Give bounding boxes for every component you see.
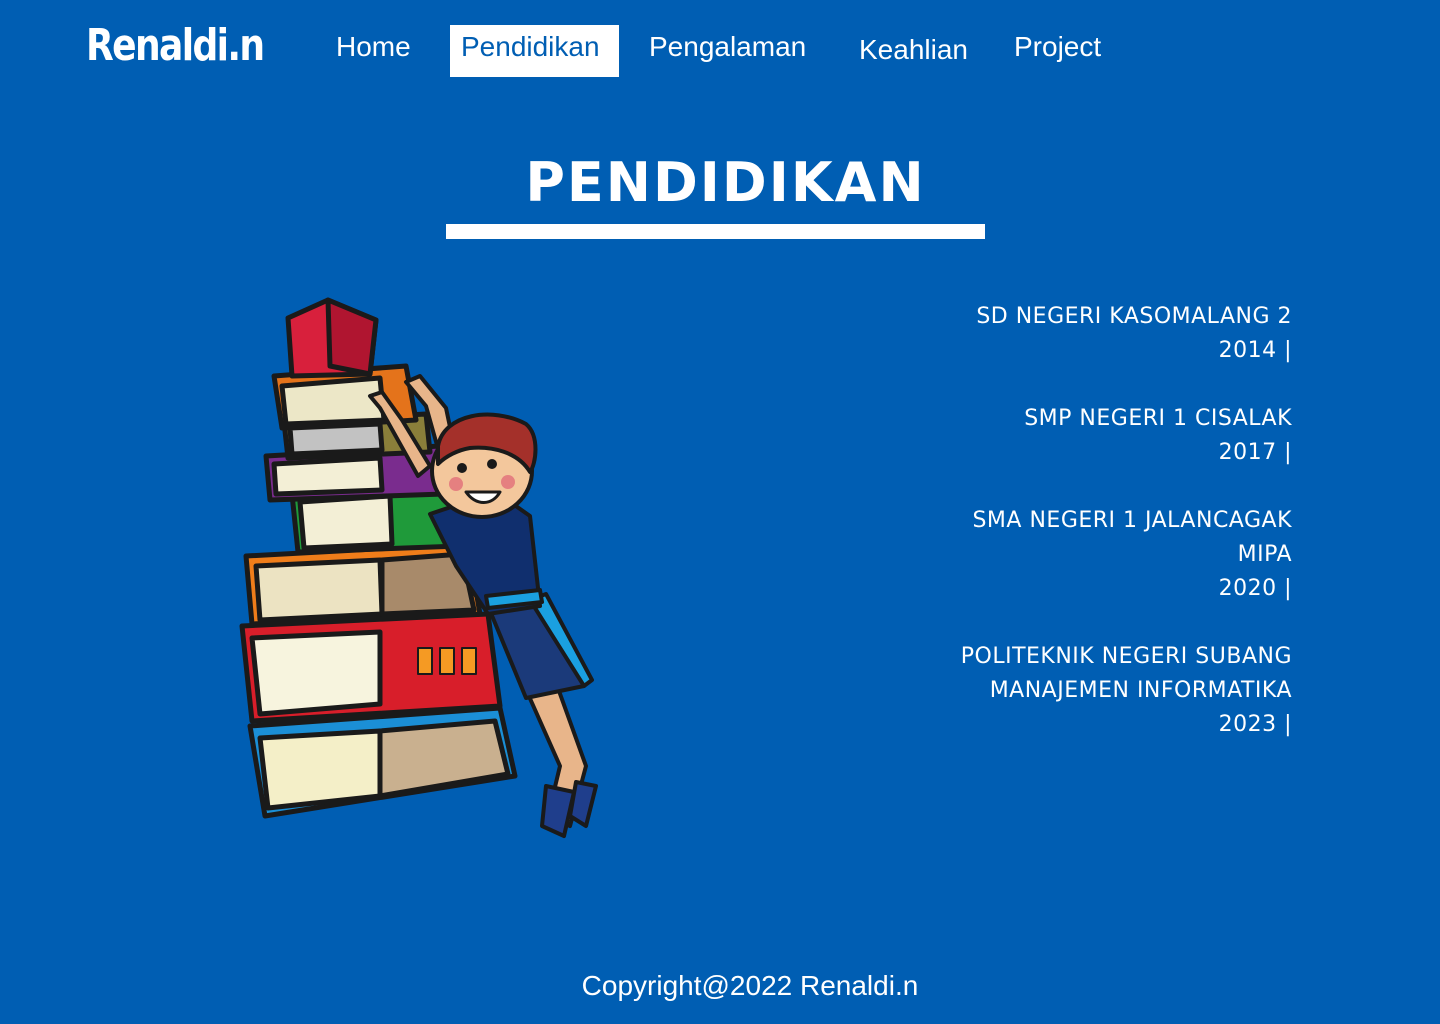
- nav-keahlian[interactable]: Keahlian: [859, 28, 968, 80]
- school-year: 2014 |: [1218, 338, 1292, 363]
- nav-pendidikan[interactable]: Pendidikan: [450, 25, 619, 77]
- nav-home[interactable]: Home: [336, 25, 411, 77]
- section-title: PENDIDIKAN: [525, 151, 926, 214]
- school-year: 2020 |: [1218, 576, 1292, 601]
- education-item: SD NEGERI KASOMALANG 2 2014 |: [772, 300, 1292, 368]
- education-item: POLITEKNIK NEGERI SUBANG MANAJEMEN INFOR…: [772, 640, 1292, 742]
- education-list: SD NEGERI KASOMALANG 2 2014 | SMP NEGERI…: [772, 300, 1292, 776]
- education-item: SMP NEGERI 1 CISALAK 2017 |: [772, 402, 1292, 470]
- navbar: Renaldi.n Home Pendidikan Pengalaman Kea…: [0, 0, 1440, 100]
- school-name: SMA NEGERI 1 JALANCAGAK: [972, 508, 1292, 533]
- school-year: 2017 |: [1218, 440, 1292, 465]
- school-major: MANAJEMEN INFORMATIKA: [989, 678, 1292, 703]
- nav-pengalaman[interactable]: Pengalaman: [649, 25, 806, 77]
- school-name: POLITEKNIK NEGERI SUBANG: [960, 644, 1292, 669]
- footer-copyright: Copyright@2022 Renaldi.n: [581, 970, 919, 1001]
- brand-logo[interactable]: Renaldi.n: [86, 18, 265, 74]
- school-major: MIPA: [1237, 542, 1292, 567]
- school-name: SMP NEGERI 1 CISALAK: [1024, 406, 1292, 431]
- school-year: 2023 |: [1218, 712, 1292, 737]
- books-boy-illustration: [230, 296, 610, 841]
- nav-project[interactable]: Project: [1014, 25, 1101, 77]
- title-underline: [446, 224, 985, 239]
- education-item: SMA NEGERI 1 JALANCAGAK MIPA 2020 |: [772, 504, 1292, 606]
- school-name: SD NEGERI KASOMALANG 2: [976, 304, 1292, 329]
